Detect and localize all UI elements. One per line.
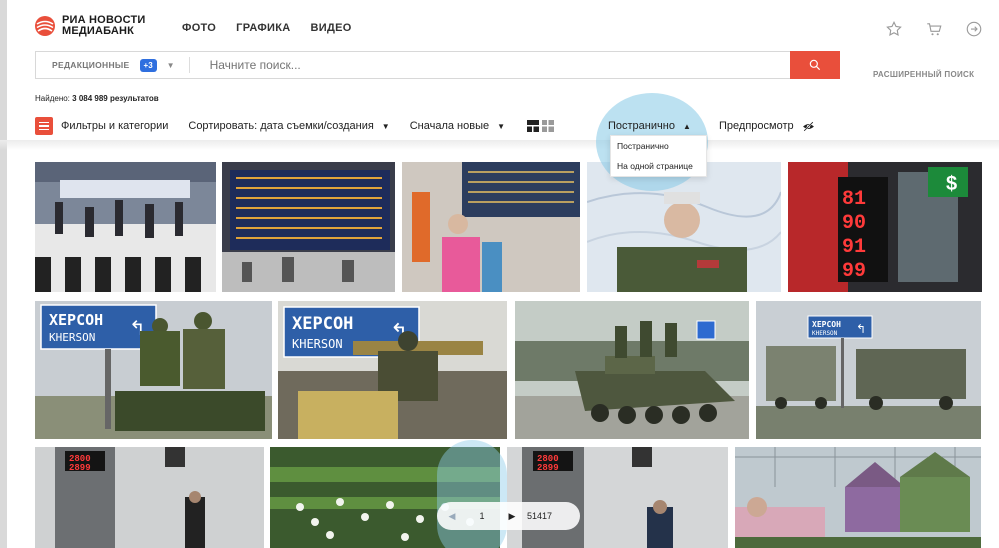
total-pages: 51417 [527, 511, 553, 521]
next-page-button[interactable]: ▶ [497, 511, 527, 522]
paging-label: Постранично [608, 120, 675, 132]
paging-dropdown: Постранично На одной странице [610, 135, 707, 177]
pager: ◀ 1 ▶ 51417 [437, 502, 580, 530]
svg-text:99: 99 [842, 260, 866, 283]
photo-tile[interactable] [35, 162, 216, 292]
svg-text:ХЕРСОН: ХЕРСОН [812, 320, 841, 329]
caret-up-icon: ▲ [682, 121, 691, 131]
pager-highlight [437, 440, 507, 548]
photo-tile[interactable]: 2800 2899 [507, 447, 728, 548]
photo-tile[interactable] [222, 162, 395, 292]
current-page[interactable]: 1 [467, 511, 497, 521]
photo-tile[interactable]: ХЕРСОН KHERSON ↰ [35, 301, 272, 439]
preview-label: Предпросмотр [719, 120, 794, 132]
svg-text:KHERSON: KHERSON [49, 331, 95, 344]
svg-text:KHERSON: KHERSON [812, 330, 838, 337]
photo-tile[interactable]: 81 90 91 99 $ [788, 162, 982, 292]
photo-tile[interactable]: 2800 2899 [35, 447, 264, 548]
svg-text:91: 91 [842, 236, 866, 259]
photo-tile[interactable]: ХЕРСОН KHERSON ↰ [756, 301, 981, 439]
svg-text:2899: 2899 [69, 463, 91, 473]
svg-text:$: $ [946, 173, 957, 195]
paging-option-single[interactable]: На одной странице [611, 156, 706, 176]
eye-off-icon [802, 121, 814, 131]
svg-text:↰: ↰ [856, 322, 866, 336]
svg-text:ХЕРСОН: ХЕРСОН [49, 311, 103, 329]
svg-text:KHERSON: KHERSON [292, 337, 343, 351]
photo-tile[interactable] [735, 447, 981, 548]
svg-text:90: 90 [842, 212, 866, 235]
photo-tile[interactable]: ХЕРСОН KHERSON ↰ [278, 301, 507, 439]
prev-page-button[interactable]: ◀ [437, 511, 467, 522]
svg-text:2899: 2899 [537, 463, 559, 473]
svg-text:81: 81 [842, 188, 866, 211]
preview-toggle[interactable]: Предпросмотр [719, 120, 815, 132]
photo-tile[interactable] [515, 301, 749, 439]
paging-option-paged[interactable]: Постранично [611, 136, 706, 156]
photo-tile[interactable] [402, 162, 580, 292]
svg-text:ХЕРСОН: ХЕРСОН [292, 314, 353, 334]
paging-select[interactable]: Постранично ▲ [608, 120, 691, 132]
